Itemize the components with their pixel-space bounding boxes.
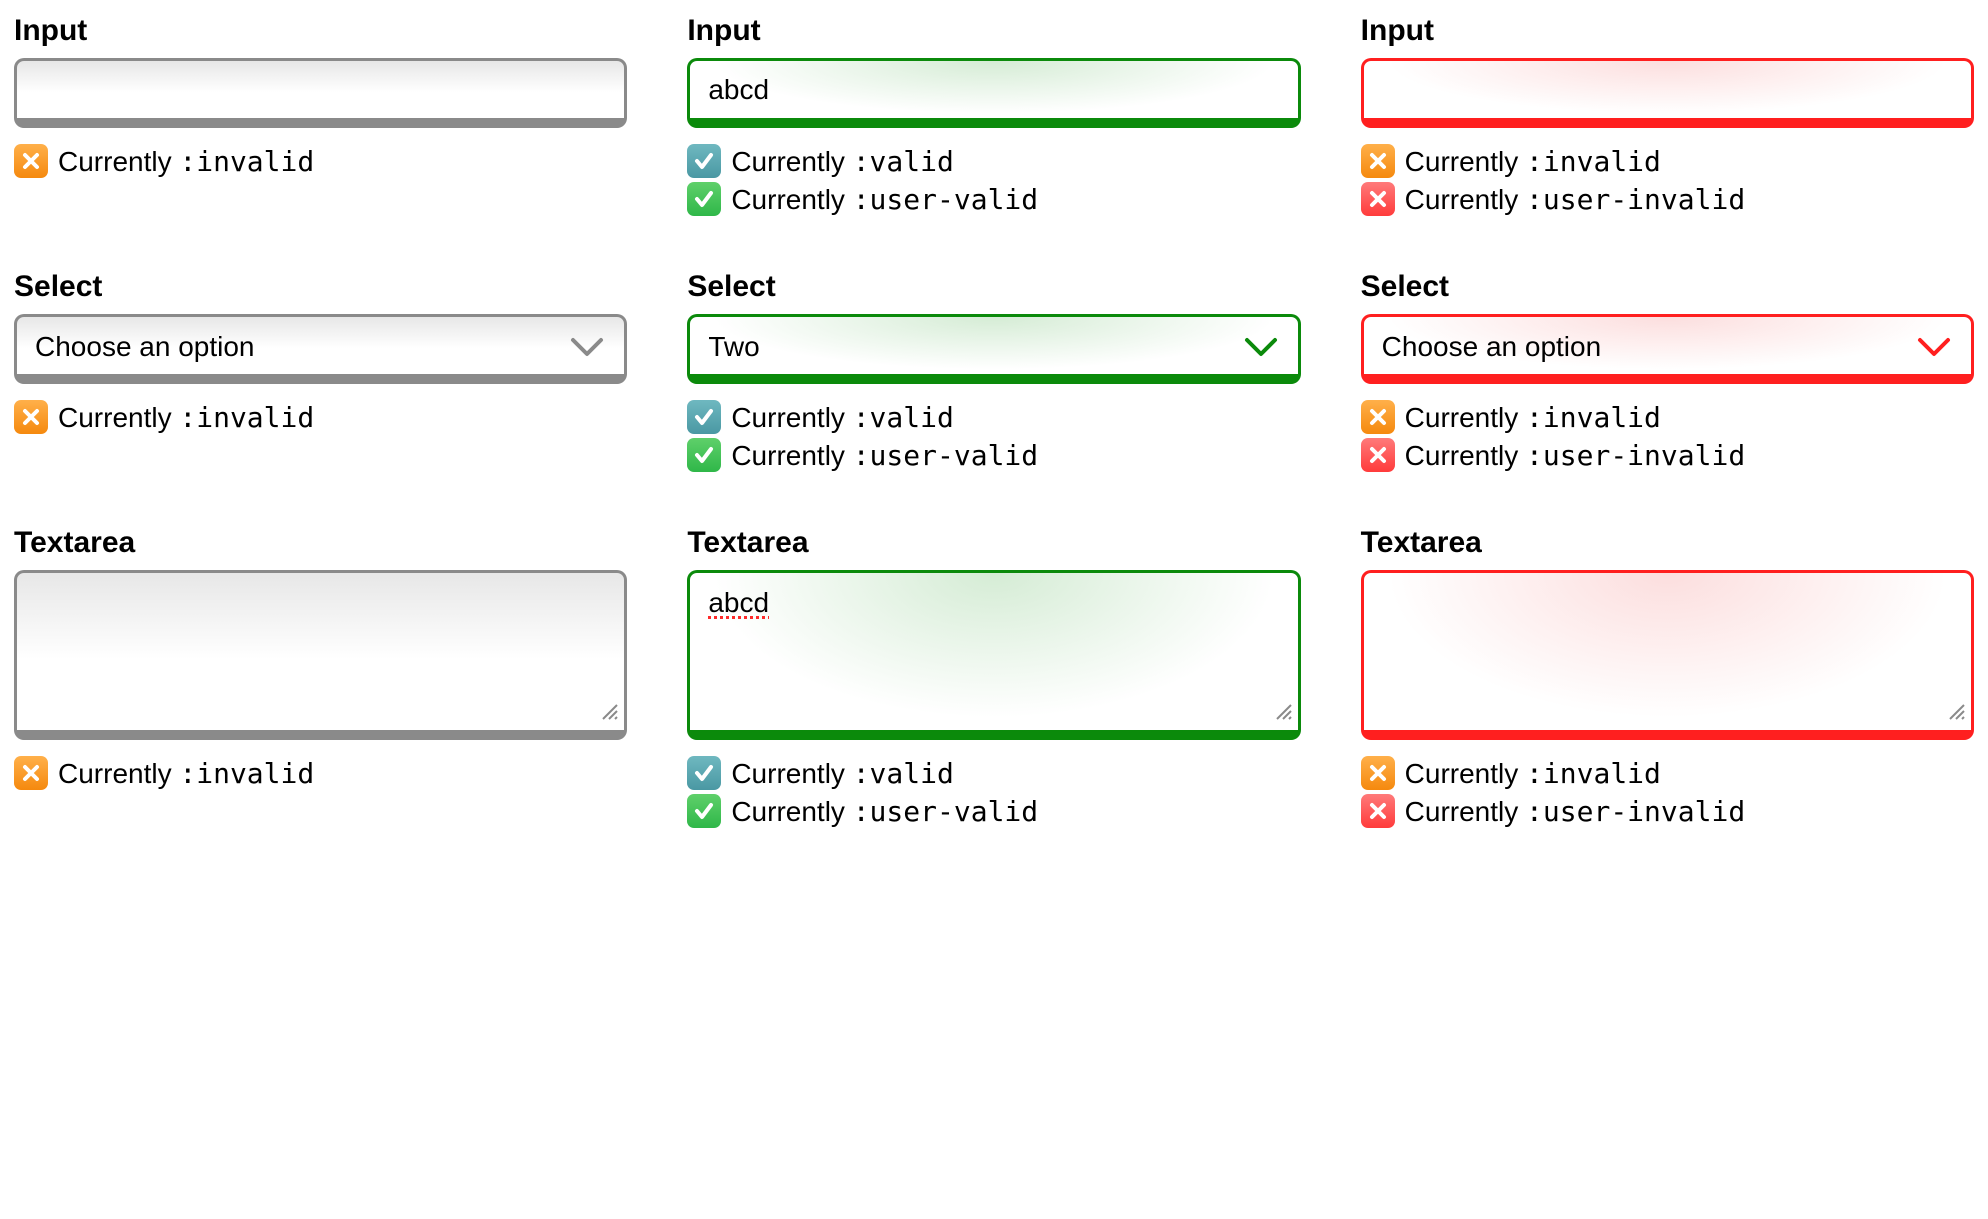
label-select: Select [14, 270, 627, 304]
cross-mark-icon [14, 400, 48, 434]
check-mark-icon [687, 400, 721, 434]
status-row: Currently :user-valid [687, 438, 1300, 472]
status-row: Currently :user-valid [687, 182, 1300, 216]
select-wrapper: Choose an option [1361, 314, 1974, 384]
status-row: Currently :valid [687, 144, 1300, 178]
select-field[interactable]: Two [687, 314, 1300, 384]
status-row: Currently :user-invalid [1361, 794, 1974, 828]
status-row: Currently :invalid [1361, 756, 1974, 790]
status-row: Currently :invalid [14, 756, 627, 790]
status-row: Currently :valid [687, 400, 1300, 434]
status-list: Currently :valid Currently :user-valid [687, 400, 1300, 472]
cell-input-col2: Input Currently :valid Currently :user-v… [687, 14, 1300, 220]
textarea-field[interactable]: abcd [687, 570, 1300, 740]
check-mark-icon [687, 144, 721, 178]
label-textarea: Textarea [687, 526, 1300, 560]
form-grid: Input Currently :invalid Input Currently… [14, 14, 1974, 832]
cross-mark-icon [1361, 144, 1395, 178]
status-text: Currently :invalid [1405, 401, 1661, 434]
cell-select-col1: Select Choose an option Currently :inval… [14, 270, 627, 476]
label-textarea: Textarea [14, 526, 627, 560]
input-field[interactable] [1361, 58, 1974, 128]
status-list: Currently :invalid Currently :user-inval… [1361, 144, 1974, 216]
textarea-wrapper [14, 570, 627, 740]
select-field[interactable]: Choose an option [1361, 314, 1974, 384]
textarea-field[interactable] [1361, 570, 1974, 740]
status-text: Currently :user-valid [731, 795, 1038, 828]
cell-textarea-col2: Textarea abcd Currently :valid Currently… [687, 526, 1300, 832]
status-text: Currently :user-invalid [1405, 183, 1746, 216]
status-text: Currently :valid [731, 401, 954, 434]
cross-mark-icon [1361, 794, 1395, 828]
status-text: Currently :invalid [1405, 145, 1661, 178]
status-row: Currently :invalid [14, 400, 627, 434]
status-text: Currently :user-invalid [1405, 439, 1746, 472]
status-row: Currently :invalid [1361, 400, 1974, 434]
status-text: Currently :invalid [58, 145, 314, 178]
cell-textarea-col1: Textarea Currently :invalid [14, 526, 627, 832]
status-list: Currently :invalid Currently :user-inval… [1361, 400, 1974, 472]
input-field[interactable] [687, 58, 1300, 128]
label-input: Input [687, 14, 1300, 48]
check-mark-icon [687, 794, 721, 828]
cross-mark-icon [1361, 438, 1395, 472]
status-text: Currently :invalid [58, 401, 314, 434]
cross-mark-icon [1361, 400, 1395, 434]
status-text: Currently :invalid [1405, 757, 1661, 790]
cell-textarea-col3: Textarea Currently :invalid Currently :u… [1361, 526, 1974, 832]
status-text: Currently :valid [731, 145, 954, 178]
status-row: Currently :invalid [14, 144, 627, 178]
textarea-field[interactable] [14, 570, 627, 740]
check-mark-icon [687, 182, 721, 216]
cell-input-col1: Input Currently :invalid [14, 14, 627, 220]
status-row: Currently :user-valid [687, 794, 1300, 828]
cell-select-col3: Select Choose an option Currently :inval… [1361, 270, 1974, 476]
textarea-wrapper: abcd [687, 570, 1300, 740]
cell-input-col3: Input Currently :invalid Currently :user… [1361, 14, 1974, 220]
cross-mark-icon [14, 756, 48, 790]
status-row: Currently :user-invalid [1361, 182, 1974, 216]
status-list: Currently :invalid [14, 400, 627, 434]
label-select: Select [1361, 270, 1974, 304]
status-text: Currently :user-invalid [1405, 795, 1746, 828]
select-field[interactable]: Choose an option [14, 314, 627, 384]
status-list: Currently :invalid [14, 144, 627, 178]
cross-mark-icon [1361, 756, 1395, 790]
status-list: Currently :invalid Currently :user-inval… [1361, 756, 1974, 828]
status-text: Currently :user-valid [731, 183, 1038, 216]
cell-select-col2: Select Two Currently :valid Currently :u… [687, 270, 1300, 476]
status-text: Currently :invalid [58, 757, 314, 790]
textarea-wrapper [1361, 570, 1974, 740]
status-row: Currently :invalid [1361, 144, 1974, 178]
status-text: Currently :valid [731, 757, 954, 790]
label-select: Select [687, 270, 1300, 304]
label-input: Input [1361, 14, 1974, 48]
label-input: Input [14, 14, 627, 48]
cross-mark-icon [14, 144, 48, 178]
status-list: Currently :valid Currently :user-valid [687, 144, 1300, 216]
status-row: Currently :valid [687, 756, 1300, 790]
label-textarea: Textarea [1361, 526, 1974, 560]
select-wrapper: Two [687, 314, 1300, 384]
status-list: Currently :invalid [14, 756, 627, 790]
check-mark-icon [687, 756, 721, 790]
check-mark-icon [687, 438, 721, 472]
cross-mark-icon [1361, 182, 1395, 216]
select-wrapper: Choose an option [14, 314, 627, 384]
status-row: Currently :user-invalid [1361, 438, 1974, 472]
status-text: Currently :user-valid [731, 439, 1038, 472]
input-field[interactable] [14, 58, 627, 128]
status-list: Currently :valid Currently :user-valid [687, 756, 1300, 828]
